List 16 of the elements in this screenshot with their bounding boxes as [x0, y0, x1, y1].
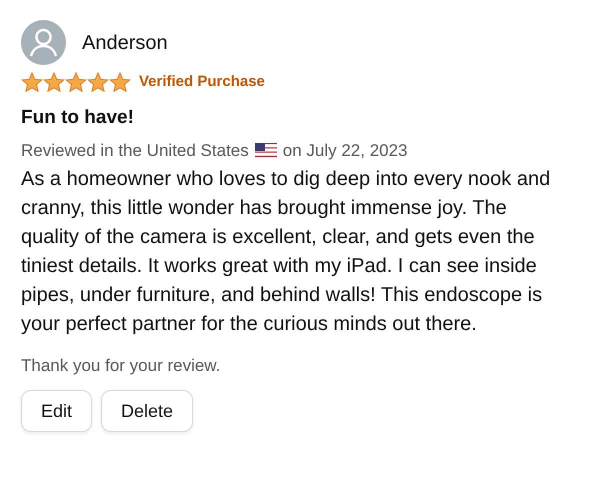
- review-action-button[interactable]: Edit: [21, 390, 92, 432]
- review-date: on July 22, 2023: [282, 140, 408, 162]
- verified-purchase-label: Verified Purchase: [139, 72, 265, 92]
- star-icon: [21, 72, 43, 93]
- review-title: Fun to have!: [21, 106, 135, 130]
- star-icon: [43, 72, 65, 93]
- star-icon: [87, 72, 109, 93]
- avatar-icon: [21, 20, 66, 65]
- star-icon: [65, 72, 87, 93]
- review-location: Reviewed in the United States: [21, 140, 249, 162]
- review-body: As a homeowner who loves to dig deep into every nook and cranny, this little wonder has brought immense joy. The quality of the camera is excellent, clear, and gets even the tiniest details. It works great with my iPad. I can see inside pipes, under furniture, and behind walls! This endoscope is your perfect partner for the curious minds out there.: [21, 166, 552, 336]
- review-action-button[interactable]: Delete: [101, 390, 194, 432]
- flag-icon: [254, 143, 277, 158]
- star-icon: [109, 72, 131, 93]
- reviewer-name: Anderson: [82, 30, 168, 56]
- thank-you-message: Thank you for your review.: [21, 354, 222, 376]
